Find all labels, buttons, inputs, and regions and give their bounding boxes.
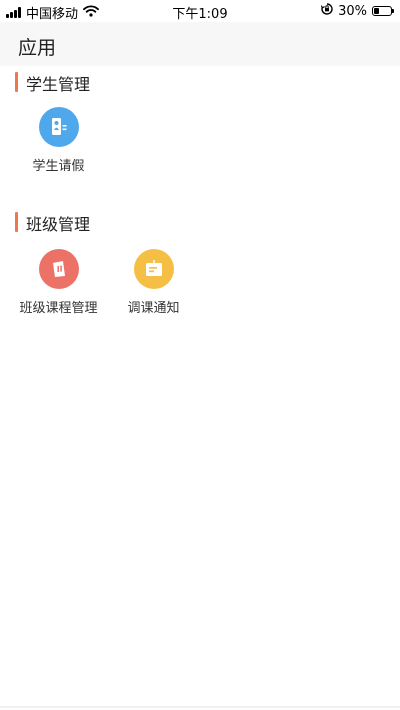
app-label: 调课通知: [127, 301, 180, 316]
status-right: 30%: [320, 3, 394, 19]
app-label: 班级课程管理: [19, 301, 98, 316]
section-class-management: 班级管理 班级课程管理 调课通知: [0, 211, 400, 339]
notice-board-icon: [133, 249, 174, 289]
page-title: 应用: [18, 37, 57, 59]
section-title: 班级管理: [26, 215, 91, 234]
orientation-lock-icon: [320, 3, 333, 19]
section-title: 学生管理: [26, 75, 91, 94]
app-student-leave[interactable]: 学生请假: [11, 107, 106, 174]
section-accent-bar: [15, 72, 18, 92]
app-grid: 学生请假: [0, 107, 400, 197]
student-id-icon: [38, 107, 79, 147]
app-schedule-change-notice[interactable]: 调课通知: [106, 249, 201, 316]
status-left: 中国移动: [6, 3, 99, 22]
battery-icon: [372, 6, 394, 16]
course-book-icon: [38, 249, 79, 289]
section-student-management: 学生管理 学生请假: [0, 71, 400, 197]
header-bar: 应用: [0, 22, 400, 66]
section-header: 班级管理: [0, 211, 400, 235]
bottom-edge: [0, 706, 400, 708]
app-label: 学生请假: [32, 159, 85, 174]
carrier-label: 中国移动: [26, 7, 79, 22]
app-grid: 班级课程管理 调课通知: [0, 249, 400, 339]
status-bar: 中国移动 下午1:09 30%: [0, 0, 400, 22]
signal-icon: [6, 7, 21, 18]
section-accent-bar: [15, 212, 18, 232]
battery-level-fill: [374, 8, 379, 14]
app-class-course-management[interactable]: 班级课程管理: [11, 249, 106, 316]
battery-percent: 30%: [338, 3, 367, 19]
section-header: 学生管理: [0, 71, 400, 95]
wifi-icon: [83, 4, 99, 21]
